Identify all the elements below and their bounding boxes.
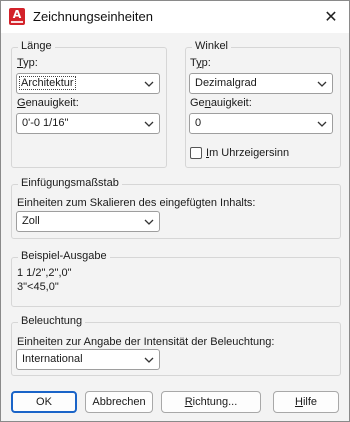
direction-button-rest: ichtung... (192, 396, 238, 408)
sample-output-group: Beispiel-Ausgabe (11, 250, 341, 307)
length-type-value: Architektur (19, 76, 76, 90)
units-dialog: A Zeichnungseinheiten ✕ Länge Typ: Archi… (0, 0, 350, 422)
angle-type-value: Dezimalgrad (195, 77, 257, 89)
length-legend: Länge (18, 40, 55, 52)
insertion-units-value: Zoll (22, 215, 40, 227)
close-icon: ✕ (324, 7, 338, 26)
help-button-mnemonic: H (294, 396, 303, 408)
length-precision-value: 0'-0 1/16" (22, 117, 69, 129)
autocad-app-icon: A (9, 8, 25, 25)
chevron-down-icon (317, 81, 327, 87)
dialog-title: Zeichnungseinheiten (33, 9, 153, 24)
angle-type-select[interactable]: Dezimalgrad (189, 73, 333, 94)
angle-type-label: Typ: (190, 57, 211, 69)
angle-precision-value: 0 (195, 117, 202, 129)
sample-line-2: 3"<45,0" (17, 281, 59, 293)
chevron-down-icon (144, 219, 154, 225)
clockwise-checkbox[interactable] (190, 147, 202, 159)
length-precision-label: Genauigkeit: (17, 97, 79, 109)
clockwise-label[interactable]: Im Uhrzeigersinn (206, 147, 289, 159)
help-button[interactable]: Hilfe (273, 391, 339, 413)
lighting-units-select[interactable]: International (16, 349, 160, 370)
sample-line-1: 1 1/2",2",0" (17, 267, 72, 279)
chevron-down-icon (144, 81, 154, 87)
cancel-button[interactable]: Abbrechen (85, 391, 153, 413)
help-button-rest: ilfe (302, 396, 317, 408)
close-button[interactable]: ✕ (319, 5, 343, 29)
length-type-select[interactable]: Architektur (16, 73, 160, 94)
lighting-legend: Beleuchtung (18, 315, 86, 327)
angle-legend: Winkel (192, 40, 232, 52)
ok-button[interactable]: OK (11, 391, 77, 413)
title-bar: A Zeichnungseinheiten ✕ (1, 1, 349, 33)
sample-legend: Beispiel-Ausgabe (18, 250, 110, 262)
length-type-label: Typ: (17, 57, 38, 69)
lighting-description: Einheiten zur Angabe der Intensität der … (17, 336, 275, 348)
insertion-description: Einheiten zum Skalieren des eingefügten … (17, 197, 256, 209)
angle-precision-label: Genauigkeit: (190, 97, 252, 109)
angle-precision-select[interactable]: 0 (189, 113, 333, 134)
length-precision-select[interactable]: 0'-0 1/16" (16, 113, 160, 134)
insertion-units-select[interactable]: Zoll (16, 211, 160, 232)
chevron-down-icon (144, 357, 154, 363)
lighting-units-value: International (22, 353, 83, 365)
direction-button[interactable]: Richtung... (161, 391, 261, 413)
chevron-down-icon (144, 121, 154, 127)
direction-button-mnemonic: R (184, 396, 193, 408)
chevron-down-icon (317, 121, 327, 127)
insertion-legend: Einfügungsmaßstab (18, 177, 122, 189)
